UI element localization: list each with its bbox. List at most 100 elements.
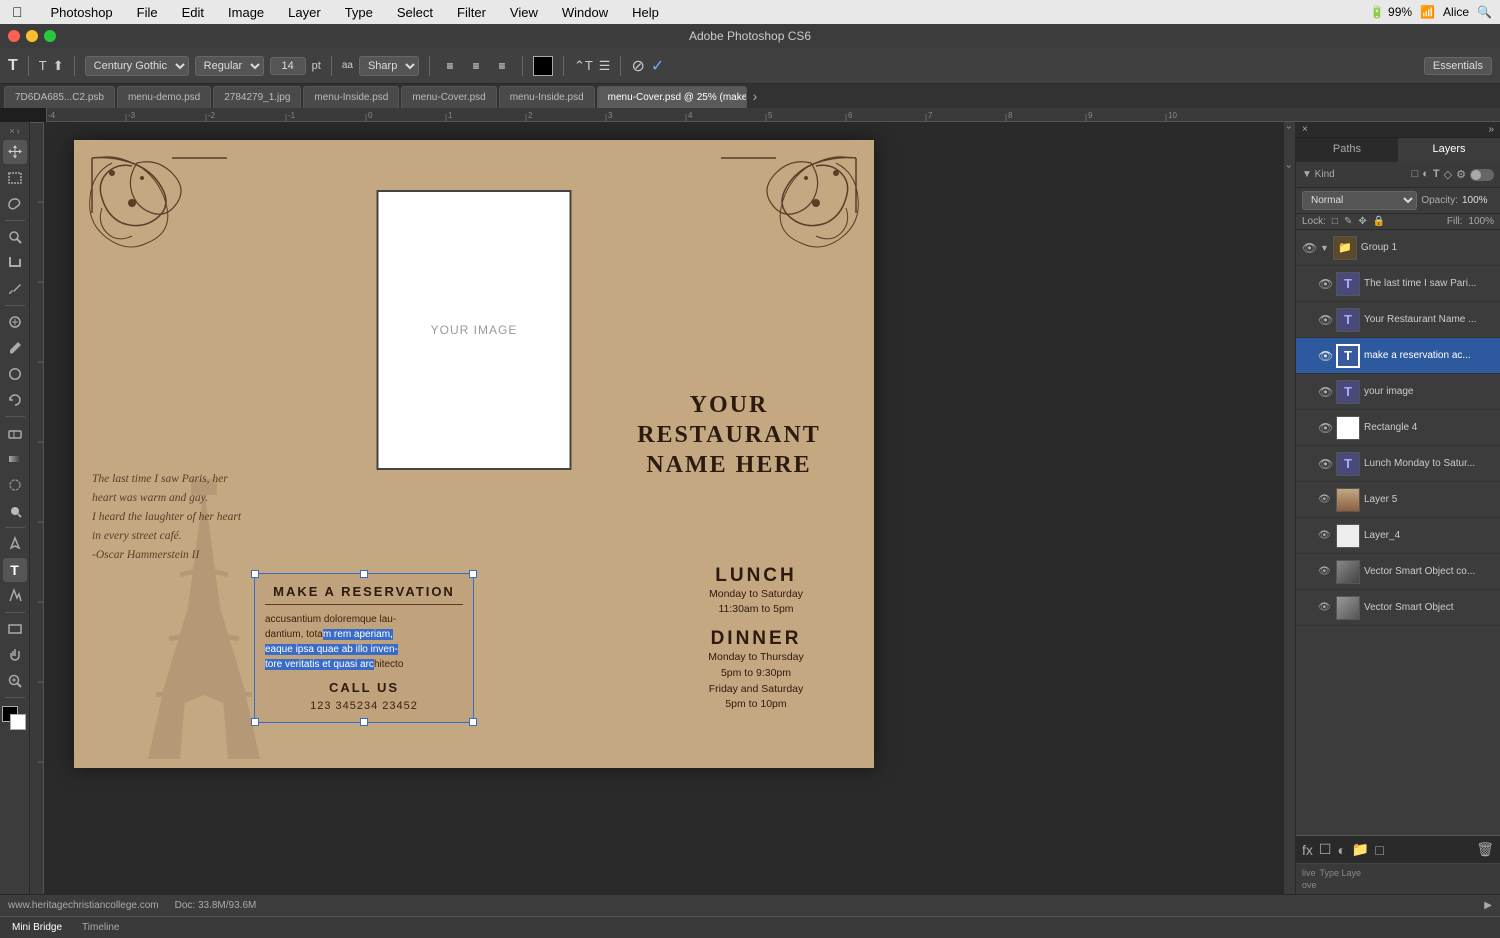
hand-tool[interactable]	[3, 643, 27, 667]
layer-lunch[interactable]: 👁 T Lunch Monday to Satur...	[1296, 446, 1500, 482]
filter-pixel[interactable]: □	[1412, 168, 1419, 181]
handle-tl[interactable]	[251, 570, 259, 578]
layer-expand-group1[interactable]: ▼	[1320, 243, 1329, 253]
timeline-tab[interactable]: Timeline	[78, 920, 123, 935]
layer-vis-text2[interactable]: 👁	[1318, 313, 1332, 327]
layer-vis-4[interactable]: 👁	[1318, 530, 1332, 541]
layer-vis-text4[interactable]: 👁	[1318, 385, 1332, 399]
layer-4[interactable]: 👁 Layer_4	[1296, 518, 1500, 554]
collapse-button-2[interactable]: ›	[1285, 165, 1295, 168]
history-brush-tool[interactable]	[3, 388, 27, 412]
handle-br[interactable]	[469, 718, 477, 726]
font-family-select[interactable]: Century Gothic	[85, 56, 189, 76]
blur-tool[interactable]	[3, 473, 27, 497]
text-orientation-h[interactable]: T	[39, 58, 47, 73]
menu-image[interactable]: Image	[224, 5, 268, 20]
text-color-swatch[interactable]	[533, 56, 553, 76]
close-button[interactable]	[8, 30, 20, 42]
pen-tool[interactable]	[3, 532, 27, 556]
antialiasing-select[interactable]: Sharp	[359, 56, 419, 76]
layer-text3-active[interactable]: 👁 T make a reservation ac...	[1296, 338, 1500, 374]
tab-5[interactable]: menu-Inside.psd	[499, 86, 595, 108]
menu-photoshop[interactable]: Photoshop	[47, 5, 117, 20]
layer-vis-group1[interactable]: 👁	[1302, 241, 1316, 255]
layers-tab[interactable]: Layers	[1398, 138, 1500, 162]
brush-tool[interactable]	[3, 336, 27, 360]
text-orientation-v[interactable]: ⬆	[53, 58, 64, 74]
quick-select-tool[interactable]	[3, 225, 27, 249]
tab-active[interactable]: menu-Cover.psd @ 25% (make a reservation…	[597, 86, 747, 108]
lock-image-icon[interactable]: ✎	[1344, 216, 1352, 227]
panel-expand[interactable]: »	[1488, 124, 1494, 135]
handle-bl[interactable]	[251, 718, 259, 726]
menu-layer[interactable]: Layer	[284, 5, 325, 20]
tools-expand[interactable]: ›	[17, 126, 20, 136]
dodge-tool[interactable]	[3, 499, 27, 523]
opacity-value[interactable]: 100%	[1462, 195, 1494, 206]
crop-tool[interactable]	[3, 251, 27, 275]
filter-shape[interactable]: ◇	[1444, 168, 1452, 181]
eraser-tool[interactable]	[3, 421, 27, 445]
reservation-box[interactable]: MAKE A RESERVATION accusantium doloremqu…	[254, 573, 474, 723]
layer-vso2[interactable]: 👁 Vector Smart Object	[1296, 590, 1500, 626]
lasso-tool[interactable]	[3, 192, 27, 216]
font-style-select[interactable]: Regular	[195, 56, 264, 76]
align-left-button[interactable]: ≡	[440, 56, 460, 76]
menu-filter[interactable]: Filter	[453, 5, 490, 20]
layer-text4[interactable]: 👁 T your image	[1296, 374, 1500, 410]
fill-value[interactable]: 100%	[1468, 216, 1494, 227]
rectangle-tool[interactable]	[3, 617, 27, 641]
lock-position-icon[interactable]: ✥	[1358, 216, 1366, 227]
menu-file[interactable]: File	[133, 5, 162, 20]
layer-vis-rect4[interactable]: 👁	[1318, 421, 1332, 435]
layer-rect4[interactable]: 👁 Rectangle 4	[1296, 410, 1500, 446]
layer-vis-vso1[interactable]: 👁	[1318, 566, 1332, 577]
menu-help[interactable]: Help	[628, 5, 663, 20]
tab-2[interactable]: 2784279_1.jpg	[213, 86, 301, 108]
zoom-tool[interactable]	[3, 669, 27, 693]
tabs-overflow-arrow[interactable]: ›	[753, 88, 758, 104]
timeline-toggle[interactable]: ▶	[1484, 900, 1492, 911]
path-selection-tool[interactable]	[3, 584, 27, 608]
menu-view[interactable]: View	[506, 5, 542, 20]
mini-bridge-tab[interactable]: Mini Bridge	[8, 920, 66, 935]
add-layer-style-btn[interactable]: fx	[1302, 842, 1313, 858]
create-group-btn[interactable]: 📁	[1352, 841, 1369, 858]
font-size-input[interactable]	[270, 57, 306, 75]
healing-brush-tool[interactable]	[3, 310, 27, 334]
marquee-tool[interactable]	[3, 166, 27, 190]
tab-3[interactable]: menu-Inside.psd	[303, 86, 399, 108]
lock-transparent-icon[interactable]: □	[1332, 216, 1338, 227]
essentials-button[interactable]: Essentials	[1424, 57, 1492, 75]
layer-vis-text1[interactable]: 👁	[1318, 277, 1332, 291]
layer-vis-text3[interactable]: 👁	[1318, 349, 1332, 363]
create-layer-btn[interactable]: □	[1375, 842, 1383, 858]
move-tool[interactable]	[3, 140, 27, 164]
layer-vis-lunch[interactable]: 👁	[1318, 457, 1332, 471]
tools-collapse[interactable]: ×	[9, 126, 14, 136]
tab-4[interactable]: menu-Cover.psd	[401, 86, 496, 108]
tab-0[interactable]: 7D6DA685...C2.psb	[4, 86, 115, 108]
clone-stamp-tool[interactable]	[3, 362, 27, 386]
blend-mode-select[interactable]: Normal	[1302, 191, 1417, 210]
layer-vso1[interactable]: 👁 Vector Smart Object co...	[1296, 554, 1500, 590]
reservation-text[interactable]: accusantium doloremque lau-dantium, tota…	[265, 612, 463, 672]
minimize-button[interactable]	[26, 30, 38, 42]
align-right-button[interactable]: ≡	[492, 56, 512, 76]
panel-close[interactable]: ×	[1302, 124, 1308, 135]
filter-smart[interactable]: ⚙	[1456, 168, 1466, 181]
paths-tab[interactable]: Paths	[1296, 138, 1398, 162]
commit-text-button[interactable]: ✓	[651, 56, 664, 76]
menu-edit[interactable]: Edit	[178, 5, 208, 20]
filter-toggle[interactable]	[1470, 169, 1494, 181]
menu-select[interactable]: Select	[393, 5, 437, 20]
text-tool[interactable]: T	[3, 558, 27, 582]
cancel-text-button[interactable]: ⊘	[631, 56, 644, 76]
layer-group1[interactable]: 👁 ▼ 📁 Group 1	[1296, 230, 1500, 266]
eyedropper-tool[interactable]	[3, 277, 27, 301]
color-swatches[interactable]	[2, 706, 28, 732]
layer-5[interactable]: 👁 Layer 5	[1296, 482, 1500, 518]
layer-text2[interactable]: 👁 T Your Restaurant Name ...	[1296, 302, 1500, 338]
maximize-button[interactable]	[44, 30, 56, 42]
align-center-button[interactable]: ≡	[466, 56, 486, 76]
